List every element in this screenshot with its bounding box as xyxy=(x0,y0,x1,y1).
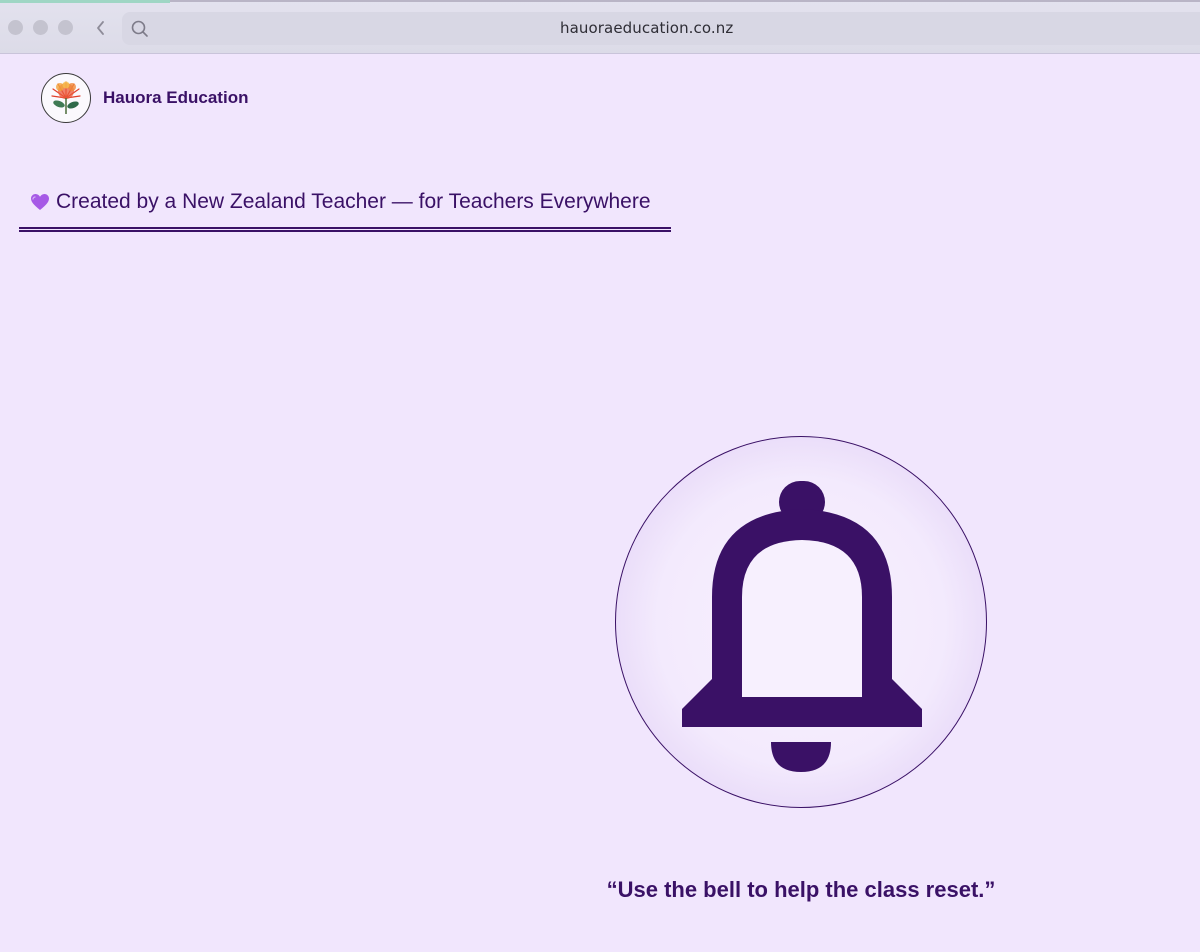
tab-strip-accent xyxy=(0,0,170,3)
search-icon xyxy=(131,20,148,37)
back-button[interactable] xyxy=(90,15,112,41)
pohutukawa-flower-icon xyxy=(51,81,81,114)
tab-strip-line xyxy=(170,0,1200,2)
search-button[interactable] xyxy=(126,14,154,43)
site-logo[interactable] xyxy=(41,73,91,123)
bell-button[interactable] xyxy=(615,436,987,808)
window-minimize-button[interactable] xyxy=(33,20,48,35)
chevron-left-icon xyxy=(97,21,104,35)
bell-icon xyxy=(682,481,922,772)
url-text[interactable]: hauoraeducation.co.nz xyxy=(560,19,960,37)
browser-toolbar: hauoraeducation.co.nz xyxy=(0,0,1200,54)
brand-name[interactable]: Hauora Education xyxy=(103,88,248,108)
purple-heart-icon xyxy=(31,194,49,210)
tagline-divider xyxy=(19,227,671,232)
bell-quote: “Use the bell to help the class reset.” xyxy=(606,877,996,902)
window-zoom-button[interactable] xyxy=(58,20,73,35)
window-close-button[interactable] xyxy=(8,20,23,35)
tagline-text: Created by a New Zealand Teacher — for T… xyxy=(56,190,651,213)
tagline: Created by a New Zealand Teacher — for T… xyxy=(30,190,651,214)
